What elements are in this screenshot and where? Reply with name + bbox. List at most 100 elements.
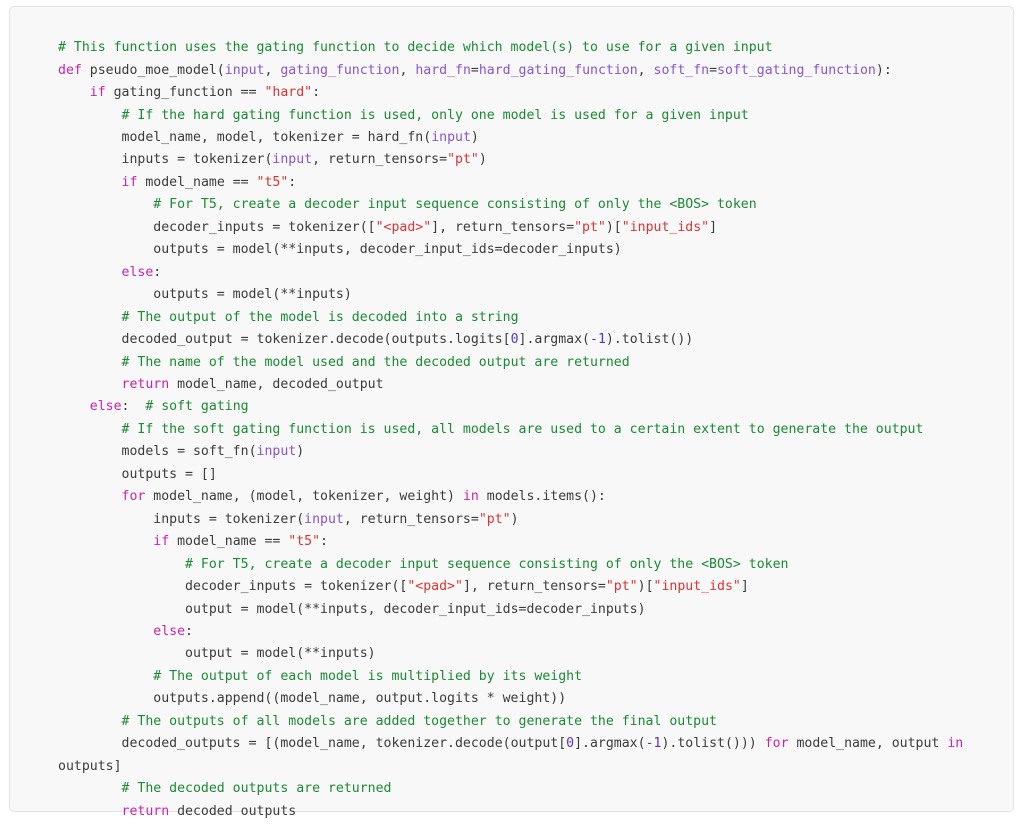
code-token-pl: inputs = tokenizer( (58, 152, 273, 168)
code-token-nu: -1 (590, 332, 606, 348)
code-token-st: "t5" (288, 534, 321, 550)
code-line: # The output of each model is multiplied… (58, 666, 1003, 688)
code-token-kw: in (462, 489, 479, 505)
code-line: # This function uses the gating function… (58, 37, 1003, 59)
code-token-kw: in (947, 736, 964, 752)
code-line: output = model(**inputs, decoder_input_i… (58, 599, 1003, 621)
code-token-pl: ) (296, 444, 305, 460)
code-line: outputs = model(**inputs) (58, 284, 1003, 306)
code-token-pl: outputs = model(**inputs, decoder_input_… (58, 242, 622, 258)
code-token-pa: hard_fn (415, 62, 471, 78)
code-block-card: # This function uses the gating function… (9, 6, 1014, 819)
code-line: if gating_function == "hard": (58, 82, 1003, 104)
code-token-pl: decoder_inputs = tokenizer([ (58, 219, 376, 235)
code-token-kw: if (121, 174, 138, 190)
code-token-pl: ) (478, 152, 487, 168)
code-token-kw: for (121, 489, 146, 505)
code-token-kw: else (121, 264, 154, 280)
code-token-pl: ): (875, 62, 892, 78)
code-token-pl: model_name, model, tokenizer = hard_fn( (58, 130, 432, 145)
code-token-pl: = (709, 62, 718, 78)
code-token-pl: = (470, 62, 479, 78)
code-token-pa: input (304, 511, 344, 527)
code-token-st: "hard" (264, 85, 313, 101)
code-token-pl: : (320, 534, 328, 550)
code-token-pl: ] (709, 219, 718, 235)
code-token-pl: , return_tensors= (312, 152, 448, 168)
code-token-pl: ).tolist())) (661, 736, 765, 752)
code-line: outputs = [] (58, 464, 1003, 486)
code-line: # For T5, create a decoder input sequenc… (58, 554, 1003, 576)
code-line: if model_name == "t5": (58, 531, 1003, 553)
python-code-listing[interactable]: # This function uses the gating function… (58, 37, 1003, 823)
code-line: else: (58, 262, 1003, 284)
code-token-cm: # The outputs of all models are added to… (58, 713, 717, 729)
code-token-cm: # The decoded outputs are returned (58, 781, 392, 797)
code-token-kw: def (58, 62, 82, 78)
code-token-cm: # The output of each model is multiplied… (58, 668, 583, 684)
code-token-pl: models = soft_fn( (58, 444, 257, 460)
code-token-pl: pseudo_moe_model( (81, 62, 225, 78)
code-token-pl: ).tolist()) (605, 332, 694, 348)
code-token-kw: else (153, 623, 186, 639)
code-token-pl: : (288, 174, 297, 190)
code-line: # The decoded outputs are returned (58, 778, 1003, 800)
code-line: # The output of the model is decoded int… (58, 307, 1003, 329)
code-token-st: "t5" (256, 174, 289, 190)
code-token-pl: ) (510, 511, 519, 527)
code-token-pl: outputs = model(**inputs) (58, 287, 352, 303)
code-token-pl: model_name == (169, 534, 289, 550)
code-token-pl: decoded_outputs = [(model_name, tokenize… (58, 736, 567, 752)
code-line: inputs = tokenizer(input, return_tensors… (58, 509, 1003, 531)
code-token-pa: soft_fn (653, 62, 710, 78)
code-token-pl: ], return_tensors= (431, 219, 575, 235)
code-line: decoder_inputs = tokenizer(["<pad>"], re… (58, 576, 1003, 598)
code-token-pl: decoded_output = tokenizer.decode(output… (58, 332, 511, 348)
code-token-kw: return (121, 803, 170, 819)
code-token-kw: if (153, 534, 170, 550)
code-line: decoded_output = tokenizer.decode(output… (58, 329, 1003, 351)
code-token-pl: decoded outputs (169, 803, 297, 819)
code-token-kw: if (89, 85, 106, 101)
code-token-cm: # The output of the model is decoded int… (58, 309, 519, 325)
code-token-cm: # For T5, create a decoder input sequenc… (58, 556, 789, 572)
code-token-pa: hard_gating_function (478, 62, 638, 78)
code-line: return decoded outputs (58, 801, 1003, 823)
code-line: else: (58, 621, 1003, 643)
code-line: output = model(**inputs) (58, 643, 1003, 665)
code-token-pl: : (312, 85, 321, 101)
code-token-kw: else (89, 399, 122, 415)
code-line: model_name, model, tokenizer = hard_fn(i… (58, 127, 1003, 149)
code-token-st: "pt" (574, 219, 606, 235)
code-token-cm: # If the hard gating function is used, o… (58, 107, 749, 123)
code-line: # If the hard gating function is used, o… (58, 105, 1003, 127)
code-token-cm: # The name of the model used and the dec… (58, 354, 630, 370)
code-token-st: "<pad>" (375, 219, 432, 235)
code-token-nu: 0 (510, 332, 519, 348)
code-token-st: "pt" (478, 511, 511, 527)
code-line: decoder_inputs = tokenizer(["<pad>"], re… (58, 217, 1003, 239)
code-line: for model_name, (model, tokenizer, weigh… (58, 486, 1003, 508)
code-token-st: "<pad>" (407, 579, 463, 595)
code-token-pa: input (224, 62, 265, 78)
code-token-pl: models.items(): (478, 489, 606, 505)
code-line: # The outputs of all models are added to… (58, 711, 1003, 733)
code-token-st: "input_ids" (653, 579, 741, 595)
code-token-pl: : (121, 399, 146, 415)
code-line: # For T5, create a decoder input sequenc… (58, 194, 1003, 216)
code-token-pl: model_name == (137, 174, 257, 190)
code-token-cm: # If the soft gating function is used, a… (58, 421, 924, 437)
code-line: decoded_outputs = [(model_name, tokenize… (58, 733, 1003, 778)
code-token-cm: # For T5, create a decoder input sequenc… (58, 197, 757, 213)
code-token-pl: , (637, 62, 654, 78)
code-line: if model_name == "t5": (58, 172, 1003, 194)
code-line: # If the soft gating function is used, a… (58, 419, 1003, 441)
code-line: else: # soft gating (58, 396, 1003, 418)
